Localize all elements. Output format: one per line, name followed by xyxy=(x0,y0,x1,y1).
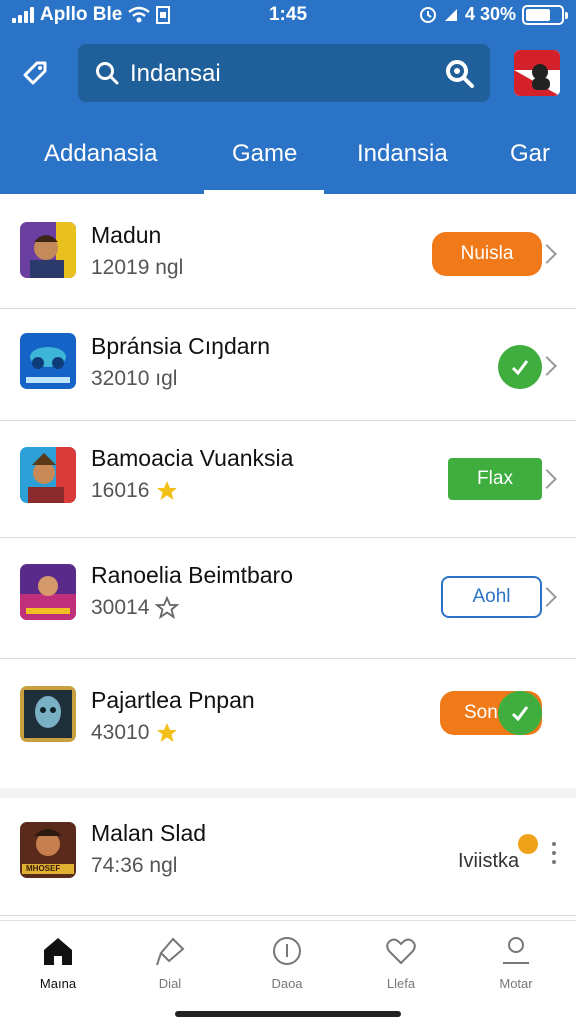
heart-icon xyxy=(386,938,416,965)
list-item[interactable]: Pajartlea Pnpan 43010 Son xyxy=(0,659,576,788)
app-icon-badge-text: MHOSEF xyxy=(26,864,61,873)
app-header: Apllo Ble 1:45 4 30% Indansai Addanasia … xyxy=(0,0,576,194)
battery-icon xyxy=(522,4,568,25)
app-meta-text: 12019 ngl xyxy=(91,256,184,279)
list-item[interactable]: Ranoelia Beimtbaro 30014 Aohl xyxy=(0,538,576,659)
check-icon xyxy=(511,706,529,722)
app-title: Bamoacia Vuanksia xyxy=(91,445,294,471)
nav-llefa[interactable]: Llefa xyxy=(361,935,441,991)
search-icon xyxy=(96,62,119,85)
app-icon xyxy=(20,333,76,389)
star-icon xyxy=(157,723,178,742)
action-button[interactable]: Aohl xyxy=(441,576,542,618)
nav-label: Daoa xyxy=(271,976,303,991)
notification-badge xyxy=(518,834,538,854)
scan-icon[interactable] xyxy=(442,56,476,90)
nav-home[interactable]: Maına xyxy=(18,935,98,991)
app-title: Malan Slad xyxy=(91,820,207,846)
list-item[interactable]: Bpránsia Cıŋdarn 32010 ıgl xyxy=(0,309,576,421)
list-item[interactable]: MHOSEF Malan Slad 74:36 ngl Iviistka xyxy=(0,798,576,916)
app-icon xyxy=(20,447,76,503)
star-icon xyxy=(157,481,178,500)
app-icon xyxy=(20,222,76,278)
app-meta: 30014 xyxy=(91,596,180,620)
status-bar: Apllo Ble 1:45 4 30% xyxy=(0,0,576,34)
app-meta: 16016 xyxy=(91,479,179,503)
action-button[interactable]: Nuisla xyxy=(432,232,542,276)
check-icon xyxy=(511,360,529,376)
nav-label: Dial xyxy=(158,976,182,991)
app-meta: 43010 xyxy=(91,721,179,745)
installed-button[interactable] xyxy=(498,345,542,389)
app-meta: 12019 ngl xyxy=(91,256,183,280)
profile-avatar[interactable] xyxy=(514,50,560,96)
nav-daoa[interactable]: Daoa xyxy=(247,935,327,991)
tab-indansia[interactable]: Indansia xyxy=(357,140,448,168)
battery-percent: 4 30% xyxy=(464,4,516,24)
status-icons: 4 30% xyxy=(419,4,568,25)
app-icon: MHOSEF xyxy=(20,822,76,878)
app-meta-text: 30014 xyxy=(91,596,150,619)
nav-label: Llefa xyxy=(386,976,416,991)
app-icon xyxy=(20,686,76,742)
back-button[interactable] xyxy=(14,52,56,94)
list-item[interactable]: Madun 12019 ngl Nuisla xyxy=(0,194,576,309)
pin-icon xyxy=(156,937,185,966)
search-bar[interactable]: Indansai xyxy=(78,44,490,102)
tab-game[interactable]: Game xyxy=(232,140,297,168)
nav-motar[interactable]: Motar xyxy=(476,935,556,991)
action-button[interactable]: Flax xyxy=(448,458,542,500)
nav-label: Motar xyxy=(499,976,533,991)
cellular-icon xyxy=(444,8,457,21)
app-icon xyxy=(20,564,76,620)
section-divider xyxy=(0,788,576,798)
home-icon xyxy=(44,938,72,965)
alarm-icon xyxy=(419,6,436,23)
category-tabs: Addanasia Game Indansia Gar xyxy=(0,128,576,194)
list-item[interactable]: Bamoacia Vuanksia 16016 Flax xyxy=(0,421,576,538)
home-indicator xyxy=(175,1011,401,1017)
app-meta-text: 74:36 ngl xyxy=(91,854,178,877)
tab-addanasia[interactable]: Addanasia xyxy=(44,140,157,168)
app-title: Bpránsia Cıŋdarn xyxy=(91,333,270,359)
app-title: Madun xyxy=(91,222,162,248)
tab-gar[interactable]: Gar xyxy=(510,140,550,168)
info-icon xyxy=(273,937,301,965)
profile-icon xyxy=(503,937,529,964)
bottom-navigation: Maına Dial Daoa Llefa Motar xyxy=(0,920,576,1024)
avatar-image xyxy=(514,50,560,96)
app-title: Pajartlea Pnpan xyxy=(91,687,255,713)
app-meta-text: 16016 xyxy=(91,479,150,502)
nav-dial[interactable]: Dial xyxy=(130,935,210,991)
action-label[interactable]: Iviistka xyxy=(458,850,519,873)
app-meta: 32010 ıgl xyxy=(91,367,177,391)
app-meta-text: 43010 xyxy=(91,721,150,744)
nav-label: Maına xyxy=(39,976,77,991)
more-options-icon[interactable] xyxy=(552,842,556,864)
installed-button[interactable] xyxy=(498,691,542,735)
star-outline-icon xyxy=(155,596,180,620)
search-input[interactable]: Indansai xyxy=(130,60,221,88)
app-meta: 74:36 ngl xyxy=(91,854,177,878)
app-meta-text: 32010 ıgl xyxy=(91,367,178,390)
tag-back-icon xyxy=(23,61,47,85)
app-title: Ranoelia Beimtbaro xyxy=(91,562,294,588)
